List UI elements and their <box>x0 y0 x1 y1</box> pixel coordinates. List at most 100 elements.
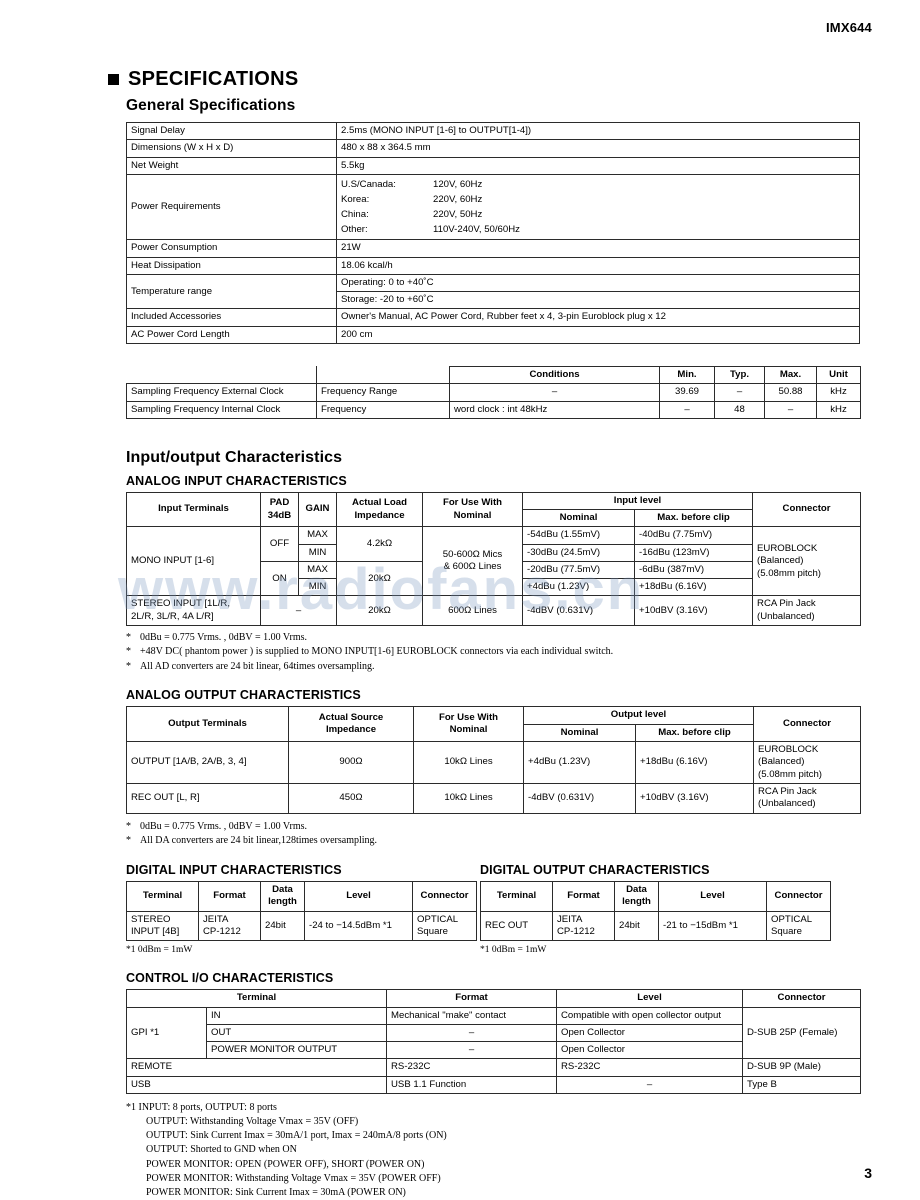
format-line2: CP-1212 <box>557 925 595 937</box>
source-line1: Actual Source <box>318 711 384 723</box>
row-param: Frequency <box>316 400 450 419</box>
pad-line2: 34dB <box>267 509 292 521</box>
column-header-actual-source-impedance: Actual Source Impedance <box>288 706 414 742</box>
table-row: Sampling Frequency External Clock Freque… <box>126 383 861 402</box>
page-content: SPECIFICATIONS General Specifications Si… <box>108 68 862 1200</box>
row-value-operating: Operating: 0 to +40˚C <box>336 273 860 293</box>
page-title-text: SPECIFICATIONS <box>128 68 299 90</box>
note-text: All AD converters are 24 bit linear, 64t… <box>140 660 375 672</box>
column-header-max: Max. <box>764 366 817 385</box>
row-name: Sampling Frequency External Clock <box>126 383 317 402</box>
row-connector: D-SUB 9P (Male) <box>742 1058 861 1077</box>
load-line1: Actual Load <box>352 497 407 509</box>
column-header-input-level: Input level <box>521 491 754 511</box>
source-line2: Impedance <box>325 724 377 736</box>
analog-output-notes: * 0dBu = 0.775 Vrms. , 0dBV = 1.00 Vrms. … <box>126 820 860 849</box>
row-name: Sampling Frequency Internal Clock <box>126 400 317 419</box>
connector-line1: EUROBLOCK <box>758 744 819 756</box>
table-row-stereo: STEREO INPUT [1L/R, 2L/R, 3L/R, 4A L/R] … <box>126 595 862 626</box>
row-unit: kHz <box>816 400 861 419</box>
row-label: Power Requirements <box>126 173 337 241</box>
general-specifications-heading: General Specifications <box>126 97 296 114</box>
terminal-line2: INPUT [4B] <box>131 925 180 937</box>
row-level: Open Collector <box>556 1041 743 1060</box>
row-impedance: 450Ω <box>288 782 414 814</box>
square-bullet-icon <box>108 74 119 85</box>
row-connector: RCA Pin Jack (Unbalanced) <box>752 595 862 626</box>
row-connector: D-SUB 25P (Female) <box>742 1006 861 1060</box>
note-text: 0dBu = 0.775 Vrms. , 0dBV = 1.00 Vrms. <box>140 820 308 832</box>
note-item: POWER MONITOR: OPEN (POWER OFF), SHORT (… <box>146 1158 425 1170</box>
column-header-for-use-with-nominal: For Use With Nominal <box>422 491 523 528</box>
row-terminal-stereo: STEREO INPUT [1L/R, 2L/R, 3L/R, 4A L/R] <box>126 595 261 626</box>
power-spec: 110V-240V, 50/60Hz <box>433 223 520 235</box>
row-impedance: 900Ω <box>288 740 414 784</box>
column-header-output-terminals: Output Terminals <box>126 706 289 742</box>
row-value: 480 x 88 x 364.5 mm <box>336 139 860 158</box>
analog-output-caption: ANALOG OUTPUT CHARACTERISTICS <box>126 688 361 703</box>
table-header-row: Input Terminals PAD 34dB GAIN Actual Loa… <box>126 491 862 528</box>
column-header-format: Format <box>198 880 261 912</box>
power-spec: 220V, 50Hz <box>433 208 483 220</box>
row-pad: OFF <box>260 526 299 562</box>
connector-line2: Square <box>771 925 802 937</box>
row-typ: – <box>714 383 765 402</box>
row-label: Signal Delay <box>126 121 337 141</box>
column-header-format: Format <box>552 880 615 912</box>
digital-input-block: DIGITAL INPUT CHARACTERISTICS Terminal F… <box>108 863 480 969</box>
row-terminal: REC OUT <box>480 910 553 942</box>
spacer-cell <box>126 366 317 385</box>
row-gain: MAX <box>298 560 337 580</box>
row-value: U.S/Canada: 120V, 60Hz Korea: 220V, 60Hz… <box>336 173 860 241</box>
row-nominal: -4dBV (0.631V) <box>523 782 636 814</box>
table-row: Dimensions (W x H x D) 480 x 88 x 364.5 … <box>126 139 860 158</box>
note-star: * <box>126 646 131 658</box>
row-value: 21W <box>336 239 860 258</box>
row-terminal: USB <box>126 1075 387 1094</box>
note-item: POWER MONITOR: Withstanding Voltage Vmax… <box>146 1172 441 1184</box>
column-header-actual-load-impedance: Actual Load Impedance <box>336 491 423 528</box>
row-max-before-clip: -16dBu (123mV) <box>633 543 754 562</box>
row-max: – <box>764 400 817 419</box>
row-terminal-gpi: GPI *1 <box>126 1006 207 1060</box>
use-line1: For Use With <box>438 711 499 723</box>
row-load: 20kΩ <box>336 595 423 626</box>
note-item: * +48V DC( phantom power ) is supplied to… <box>126 645 860 660</box>
note-text: +48V DC( phantom power ) is supplied to … <box>140 646 614 658</box>
row-value: 2.5ms (MONO INPUT [1-6] to OUTPUT[1-4]) <box>336 121 860 141</box>
note-star: * <box>126 820 131 832</box>
digital-output-caption: DIGITAL OUTPUT CHARACTERISTICS <box>480 862 710 877</box>
connector-line1: RCA Pin Jack <box>758 786 817 798</box>
row-gain: MAX <box>298 526 337 545</box>
connector-line2: Square <box>417 925 448 937</box>
digital-output-block: DIGITAL OUTPUT CHARACTERISTICS Terminal … <box>480 863 852 969</box>
column-header-terminal: Terminal <box>126 989 387 1008</box>
row-subterminal: POWER MONITOR OUTPUT <box>206 1041 387 1060</box>
control-io-notes: *1 INPUT: 8 ports, OUTPUT: 8 ports OUTPU… <box>126 1101 860 1200</box>
table-header-row: Terminal Format Level Connector <box>126 989 861 1008</box>
row-connector: EUROBLOCK (Balanced) (5.08mm pitch) <box>752 526 862 597</box>
column-header-gain: GAIN <box>298 491 337 528</box>
column-header-connector: Connector <box>752 491 862 528</box>
table-row: REC OUT [L, R] 450Ω 10kΩ Lines -4dBV (0.… <box>126 782 861 814</box>
column-header-connector: Connector <box>753 706 861 742</box>
row-gain: MIN <box>298 578 337 597</box>
note-item: OUTPUT: Sink Current Imax = 30mA/1 port,… <box>146 1130 447 1142</box>
column-header-level: Level <box>304 880 413 912</box>
column-header-conditions: Conditions <box>449 366 660 385</box>
row-load: 20kΩ <box>336 560 423 597</box>
row-connector: Type B <box>742 1075 861 1094</box>
pad-line1: PAD <box>269 497 290 509</box>
row-label: Power Consumption <box>126 239 337 258</box>
row-level: Compatible with open collector output <box>556 1006 743 1025</box>
row-connector: OPTICAL Square <box>766 910 831 942</box>
row-label: Temperature range <box>126 273 337 310</box>
row-terminal: REC OUT [L, R] <box>126 782 289 814</box>
column-header-output-level: Output level <box>523 706 754 725</box>
row-nominal: -20dBu (77.5mV) <box>522 560 635 580</box>
digital-characteristics-row: DIGITAL INPUT CHARACTERISTICS Terminal F… <box>108 863 860 969</box>
note-star: * <box>126 660 131 672</box>
column-header-format: Format <box>386 989 557 1008</box>
column-header-max-before-clip: Max. before clip <box>635 723 754 742</box>
connector-line2: (Unbalanced) <box>757 610 815 622</box>
